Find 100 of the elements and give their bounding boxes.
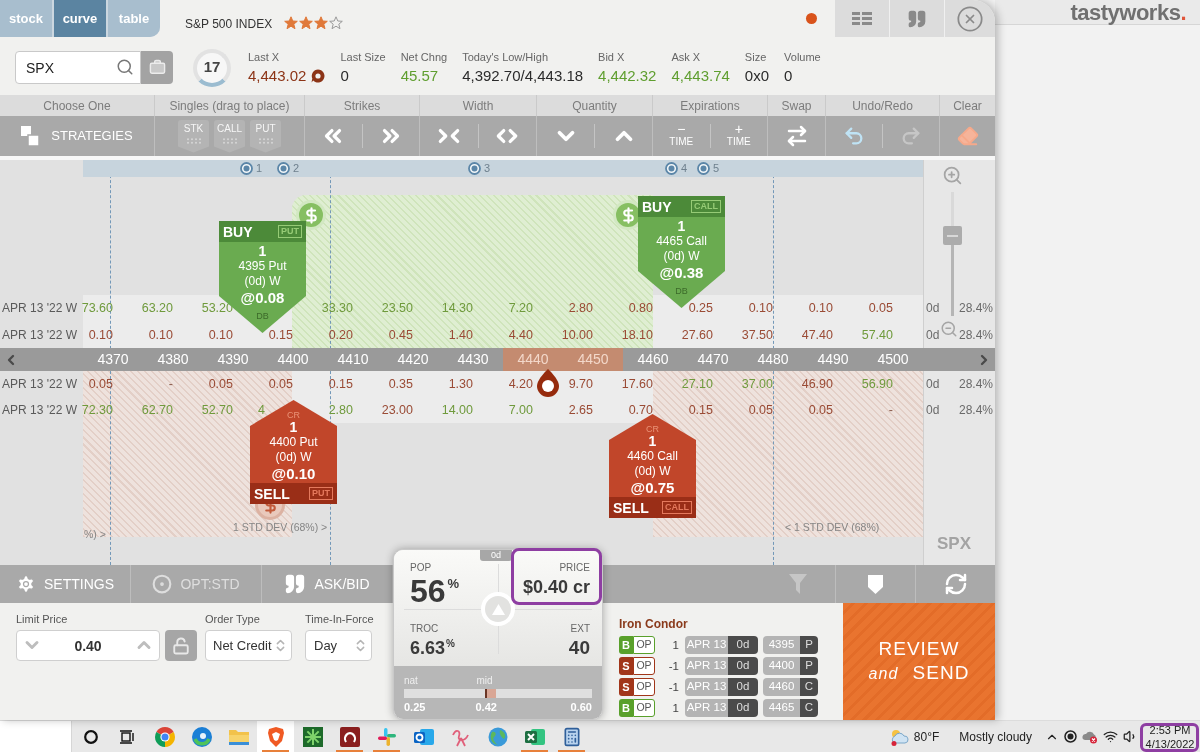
option-price[interactable]: 72.30 [81, 403, 113, 417]
strike-label[interactable]: 4420 [383, 348, 443, 371]
option-price[interactable]: 46.90 [801, 377, 833, 391]
option-price[interactable]: 23.00 [381, 403, 413, 417]
option-price[interactable]: 52.70 [201, 403, 233, 417]
location-pin-icon[interactable] [537, 369, 559, 397]
mid-price-marker[interactable] [484, 689, 496, 698]
option-price[interactable]: 0.15 [328, 377, 353, 391]
strike-label[interactable]: 4400 [263, 348, 323, 371]
strategies-button[interactable]: STRATEGIES [21, 122, 133, 150]
option-price[interactable]: 63.20 [141, 301, 173, 315]
option-price[interactable]: - [168, 377, 173, 391]
target-icon[interactable] [665, 162, 678, 175]
option-price[interactable]: 0.70 [628, 403, 653, 417]
sell-order-tag[interactable]: CR 1 4460 Call (0d) W @0.75 SELL CALL [609, 414, 696, 518]
option-price[interactable]: 4.20 [508, 377, 533, 391]
option-price[interactable]: 0.10 [88, 327, 113, 342]
option-price[interactable]: 0.20 [328, 327, 353, 342]
option-price[interactable]: 27.10 [681, 377, 713, 391]
option-price[interactable]: 10.00 [561, 327, 593, 342]
view-tab[interactable]: curve [54, 0, 106, 37]
option-price[interactable]: 2.65 [568, 403, 593, 417]
option-price[interactable]: 2.80 [568, 301, 593, 315]
side-label: BUY [642, 198, 672, 215]
option-price[interactable]: 0.10 [148, 327, 173, 342]
option-price[interactable]: 4 [258, 403, 265, 417]
expiry-text: (0d) W [663, 249, 700, 264]
target-icon[interactable] [468, 162, 481, 175]
strike-label[interactable]: 4460 [623, 348, 683, 371]
option-price[interactable]: 9.70 [568, 377, 593, 391]
strike-label[interactable]: 4430 [443, 348, 503, 371]
strike-label[interactable]: 4390 [203, 348, 263, 371]
option-price[interactable]: 1.40 [448, 327, 473, 342]
option-price[interactable]: 23.50 [381, 301, 413, 315]
symbol-search-field[interactable]: SPX [15, 51, 141, 84]
option-price[interactable]: 0.05 [268, 377, 293, 391]
quantity-text: 1 [289, 420, 298, 435]
time-in-force-select[interactable]: Day [305, 630, 372, 661]
limit-price-field[interactable]: 0.40 [16, 630, 160, 661]
option-price[interactable]: 7.20 [508, 301, 533, 315]
target-icon[interactable] [240, 162, 253, 175]
target-icon[interactable] [697, 162, 710, 175]
option-price[interactable]: 7.00 [508, 403, 533, 417]
option-price[interactable]: 62.70 [141, 403, 173, 417]
option-price[interactable]: 14.30 [441, 301, 473, 315]
option-price[interactable]: 1.30 [448, 377, 473, 391]
option-price[interactable]: 4.40 [508, 327, 533, 342]
zoom-slider-thumb[interactable] [943, 226, 962, 246]
option-price[interactable]: 37.00 [741, 377, 773, 391]
option-price[interactable]: 27.60 [681, 327, 713, 342]
target-icon [152, 574, 173, 594]
option-price[interactable]: 17.60 [621, 377, 653, 391]
strike-label[interactable]: 4410 [323, 348, 383, 371]
option-price[interactable]: 0.05 [868, 301, 893, 315]
time-button[interactable]: − TIME [653, 116, 710, 156]
price-range-track[interactable] [404, 689, 592, 698]
option-price[interactable]: 0.45 [388, 327, 413, 342]
target-icon[interactable] [277, 162, 290, 175]
option-price[interactable]: 57.40 [861, 327, 893, 342]
cloud-error-icon[interactable] [1082, 729, 1098, 744]
zoom-in-icon[interactable] [942, 165, 963, 186]
option-price[interactable]: 14.00 [441, 403, 473, 417]
option-price[interactable]: 37.50 [741, 327, 773, 342]
review-and-send-button[interactable]: REVIEW and SEND [843, 603, 995, 720]
section-label: Quantity [572, 98, 617, 113]
expiration-tab[interactable]: 0d [480, 550, 512, 561]
strike-label[interactable]: 4500 [863, 348, 923, 371]
option-price[interactable]: 0.05 [808, 403, 833, 417]
option-price[interactable]: 0.15 [688, 403, 713, 417]
option-price[interactable]: - [888, 403, 893, 417]
portfolio-button[interactable] [141, 51, 173, 84]
strike-label[interactable]: 4470 [683, 348, 743, 371]
option-price[interactable]: 33.30 [321, 301, 353, 315]
option-price[interactable]: 56.90 [861, 377, 893, 391]
option-price[interactable]: 47.40 [801, 327, 833, 342]
time-button[interactable]: + TIME [710, 116, 767, 156]
option-price[interactable]: 0.10 [808, 301, 833, 315]
option-price[interactable]: 0.05 [88, 377, 113, 391]
option-price[interactable]: 0.35 [388, 377, 413, 391]
strike-label[interactable]: 4480 [743, 348, 803, 371]
taskbar-search-field[interactable] [0, 721, 72, 752]
option-price[interactable]: 73.60 [81, 301, 113, 315]
option-price[interactable]: 0.10 [748, 301, 773, 315]
chart-symbol-label: SPX [937, 534, 972, 554]
record-icon[interactable] [1064, 730, 1077, 743]
strike-label[interactable]: 4370 [83, 348, 143, 371]
order-type-select[interactable]: Net Credit [205, 630, 292, 661]
zoom-out-icon[interactable] [940, 320, 958, 338]
wifi-icon[interactable] [1103, 729, 1118, 744]
strike-label[interactable]: 4380 [143, 348, 203, 371]
strike-label[interactable]: 4490 [803, 348, 863, 371]
option-price[interactable]: 18.10 [621, 327, 653, 342]
strike-label[interactable]: 4440 [503, 348, 563, 371]
option-price[interactable]: 0.05 [748, 403, 773, 417]
quantity-text: 1 [258, 244, 267, 259]
toggle-button[interactable] [481, 592, 515, 626]
lock-button[interactable] [165, 630, 197, 661]
strike-label[interactable]: 4450 [563, 348, 623, 371]
side-label: SELL [613, 499, 649, 516]
option-price[interactable]: 0.05 [208, 377, 233, 391]
